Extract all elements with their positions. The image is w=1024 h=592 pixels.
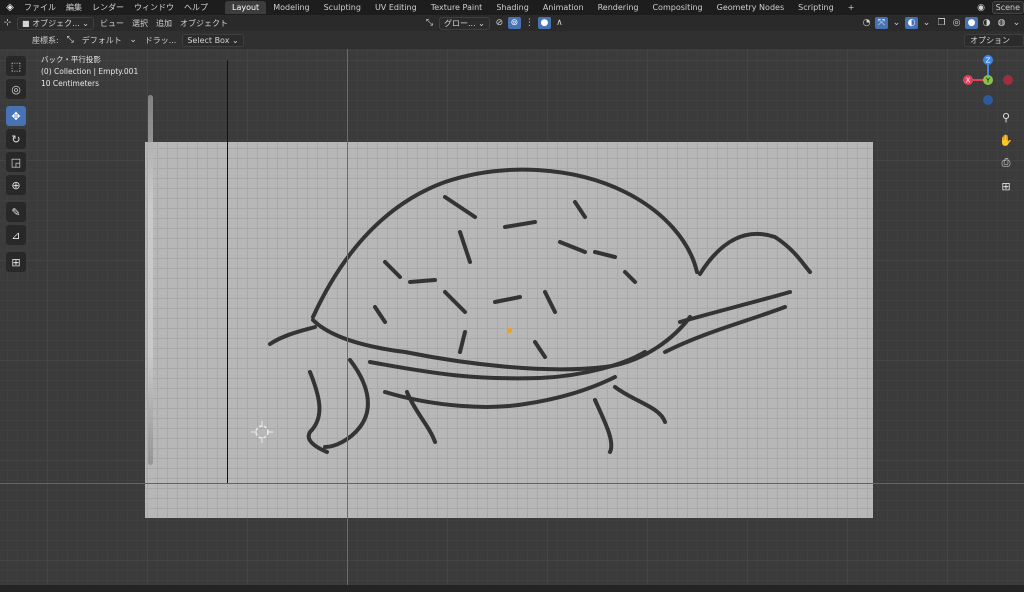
material-shading-icon[interactable]: ◑ [980,17,993,29]
transform-orientation-label: グロー... [444,18,476,28]
camera-frame-edge [227,60,228,483]
camera-icon[interactable]: ⎙ [997,154,1015,172]
orientation-icon: ⤡ [425,18,434,28]
transform-icon[interactable]: ⊕ [6,175,26,195]
menu-render[interactable]: レンダー [87,2,129,13]
falloff-icon[interactable]: ∧ [553,17,566,29]
grid-scale: 10 Centimeters [41,79,100,88]
tab-geometry-nodes[interactable]: Geometry Nodes [710,1,791,14]
tab-shading[interactable]: Shading [489,1,536,14]
tab-compositing[interactable]: Compositing [645,1,709,14]
tab-sculpting[interactable]: Sculpting [317,1,368,14]
drag-select-value: Select Box [187,35,230,45]
viewport-info: バック・平行投影 (0) Collection | Empty.001 10 C… [41,54,138,90]
mode-dropdown[interactable]: ■ オブジェク... ⌄ [17,16,94,30]
drag-label: ドラッ... [144,35,177,45]
gizmo-neg-z-axis[interactable] [983,95,993,105]
menu-window[interactable]: ウィンドウ [129,2,179,13]
menu-object[interactable]: オブジェクト [176,18,232,29]
rotate-icon[interactable]: ↻ [6,129,26,149]
tab-animation[interactable]: Animation [536,1,591,14]
rendered-shading-icon[interactable]: ◍ [995,17,1008,29]
annotate-icon[interactable]: ✎ [6,202,26,222]
xray-icon[interactable]: ❐ [935,17,948,29]
tab-uv-editing[interactable]: UV Editing [368,1,424,14]
blender-logo-icon[interactable]: ◈ [3,1,17,15]
options-dropdown[interactable]: オプション ⌄ [964,34,1024,56]
tab-texture-paint[interactable]: Texture Paint [424,1,490,14]
editor-type-icon[interactable]: ⊹ [1,17,14,29]
tab-modeling[interactable]: Modeling [266,1,316,14]
select-box-icon[interactable]: ⬚ [6,56,26,76]
view-name: バック・平行投影 [41,55,101,64]
tab-layout[interactable]: Layout [225,1,267,14]
z-axis-line [347,49,348,585]
viewport-scrollbar[interactable] [148,95,153,465]
scene-selector: ◉ Scene [974,0,1024,15]
proportional-edit-icon[interactable]: ● [537,17,551,29]
mode-label: オブジェク... [32,18,80,28]
zoom-icon[interactable]: ⚲ [997,108,1015,126]
solid-shading-icon[interactable]: ● [965,17,978,29]
orientation-label: 座標系: [32,35,59,45]
gizmo-toggle-icon[interactable]: ⤧ [875,17,888,29]
visibility-icon[interactable]: ◔ [860,17,873,29]
gizmo-dropdown-icon[interactable]: ⌄ [890,17,903,29]
pivot-icon[interactable]: ⊘ [493,17,506,29]
chevron-down-icon: ⌄ [129,35,137,45]
status-bar [0,585,1024,592]
move-icon[interactable]: ✥ [6,106,26,126]
hand-icon[interactable]: ✋ [997,131,1015,149]
shading-dropdown-icon[interactable]: ⌄ [1010,17,1023,29]
overlay-toggle-icon[interactable]: ◐ [905,17,918,29]
menu-edit[interactable]: 編集 [61,2,87,13]
drag-select-dropdown[interactable]: Select Box ⌄ [182,33,244,47]
tool-shelf: ⬚ ◎ ✥ ↻ ◲ ⊕ ✎ ⊿ ⊞ [5,56,27,275]
scene-name[interactable]: Scene [991,1,1024,14]
viewport-header: ⊹ ■ オブジェク... ⌄ ビュー 選択 追加 オブジェクト ⤡ グロー...… [0,15,1024,31]
scale-icon[interactable]: ◲ [6,152,26,172]
measure-icon[interactable]: ⊿ [6,225,26,245]
snap-target-icon[interactable]: ⋮ [523,17,536,29]
gizmo-x-label: X [966,77,971,85]
wireframe-shading-icon[interactable]: ◎ [950,17,963,29]
tab-scripting[interactable]: Scripting [791,1,841,14]
menu-help[interactable]: ヘルプ [179,2,213,13]
menu-select[interactable]: 選択 [128,18,152,29]
snap-icon[interactable]: ⊚ [507,17,521,29]
navigation-buttons: ⚲ ✋ ⎙ ⊞ [997,108,1015,200]
navigation-gizmo[interactable]: Z X Y [960,52,1016,108]
add-cube-icon[interactable]: ⊞ [6,252,26,272]
x-axis-line [0,483,1024,484]
3d-cursor-icon[interactable] [250,420,274,444]
top-menu-bar: ◈ ファイル 編集 レンダー ウィンドウ ヘルプ Layout Modeling… [0,0,1024,15]
mode-icon: ■ [22,18,33,28]
object-origin-dot[interactable] [507,328,512,333]
add-workspace-button[interactable]: + [841,1,862,14]
gizmo-z-label: Z [986,57,991,65]
orientation-axes-icon: ⤡ [66,35,74,45]
tool-settings-bar: 座標系: ⤡ デフォルト ⌄ ドラッ... Select Box ⌄ [0,31,1024,49]
options-label: オプション [970,36,1010,45]
gizmo-neg-x-axis[interactable] [1003,75,1013,85]
menu-view[interactable]: ビュー [96,18,128,29]
gizmo-y-label: Y [985,77,991,85]
menu-file[interactable]: ファイル [19,2,61,13]
overlay-dropdown-icon[interactable]: ⌄ [920,17,933,29]
tab-rendering[interactable]: Rendering [591,1,646,14]
scene-icon[interactable]: ◉ [975,2,988,14]
cursor-icon[interactable]: ◎ [6,79,26,99]
grid-icon[interactable]: ⊞ [997,177,1015,195]
transform-orientation-dropdown[interactable]: グロー... ⌄ [439,16,490,30]
menu-add[interactable]: 追加 [152,18,176,29]
collection-info: (0) Collection | Empty.001 [41,67,139,76]
orientation-value[interactable]: デフォルト [78,35,126,46]
